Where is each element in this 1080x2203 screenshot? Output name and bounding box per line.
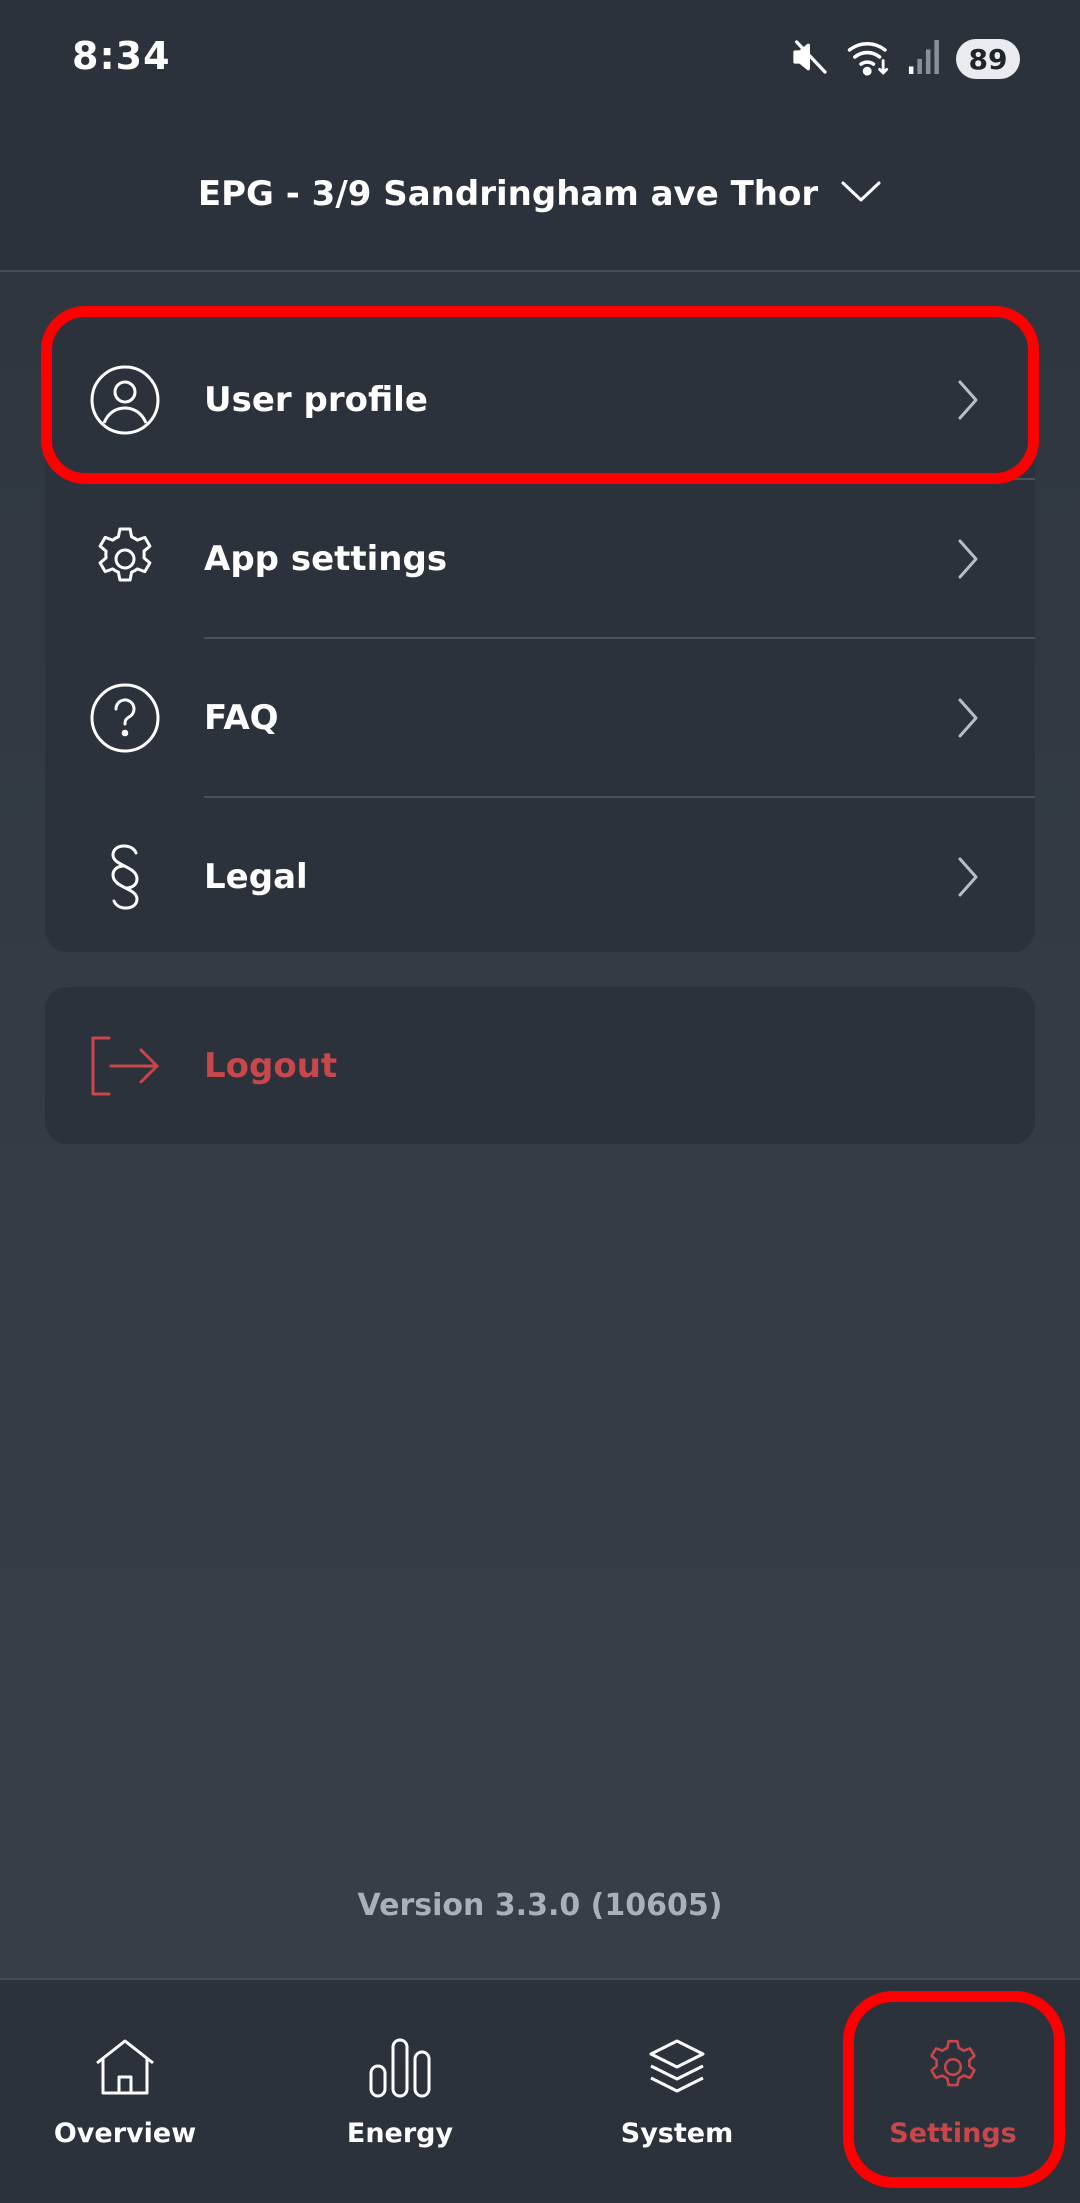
battery-icon: 89 xyxy=(956,39,1020,79)
nav-item-overview[interactable]: Overview xyxy=(0,1980,250,2203)
section-sign-icon xyxy=(88,840,162,914)
site-name: EPG - 3/9 Sandringham ave Thor xyxy=(197,174,819,214)
site-selector[interactable]: EPG - 3/9 Sandringham ave Thor xyxy=(0,120,1080,272)
settings-screen: 8:34 89 EPG - 3/9 Sandringham ave Thor U… xyxy=(0,0,1080,2203)
menu-item-user-profile[interactable]: User profile xyxy=(45,320,1035,479)
home-icon xyxy=(90,2032,160,2102)
signal-icon xyxy=(908,40,940,78)
bottom-nav: Overview Energy System Settings xyxy=(0,1978,1080,2203)
chevron-right-icon xyxy=(951,378,985,422)
nav-item-settings[interactable]: Settings xyxy=(828,1980,1078,2203)
settings-menu: User profile App settings FAQ Legal xyxy=(45,320,1035,952)
menu-item-faq[interactable]: FAQ xyxy=(45,638,1035,797)
layers-icon xyxy=(642,2032,712,2102)
gear-icon xyxy=(918,2032,988,2102)
nav-label: System xyxy=(620,2118,734,2149)
status-time: 8:34 xyxy=(72,34,171,78)
menu-item-label: App settings xyxy=(204,538,448,579)
menu-item-label: Legal xyxy=(204,856,308,897)
logout-icon xyxy=(88,1029,162,1103)
app-version: Version 3.3.0 (10605) xyxy=(357,1888,723,1923)
status-icons: 89 xyxy=(790,34,1020,84)
mute-icon xyxy=(790,37,830,81)
nav-label: Overview xyxy=(53,2118,197,2149)
chevron-down-icon xyxy=(840,179,882,209)
chevron-right-icon xyxy=(951,537,985,581)
chevron-right-icon xyxy=(951,696,985,740)
chevron-right-icon xyxy=(951,855,985,899)
nav-label: Energy xyxy=(346,2118,454,2149)
logout-button[interactable]: Logout xyxy=(45,987,1035,1144)
nav-label: Settings xyxy=(889,2118,1017,2149)
bar-chart-icon xyxy=(365,2032,435,2102)
wifi-icon xyxy=(846,37,892,81)
menu-item-label: User profile xyxy=(204,379,428,420)
nav-item-energy[interactable]: Energy xyxy=(275,1980,525,2203)
nav-item-system[interactable]: System xyxy=(552,1980,802,2203)
menu-item-app-settings[interactable]: App settings xyxy=(45,479,1035,638)
user-icon xyxy=(88,363,162,437)
menu-item-legal[interactable]: Legal xyxy=(45,797,1035,952)
gear-icon xyxy=(88,522,162,596)
status-bar: 8:34 89 xyxy=(0,0,1080,120)
menu-item-label: FAQ xyxy=(204,697,279,738)
question-icon xyxy=(88,681,162,755)
logout-label: Logout xyxy=(204,1045,338,1086)
